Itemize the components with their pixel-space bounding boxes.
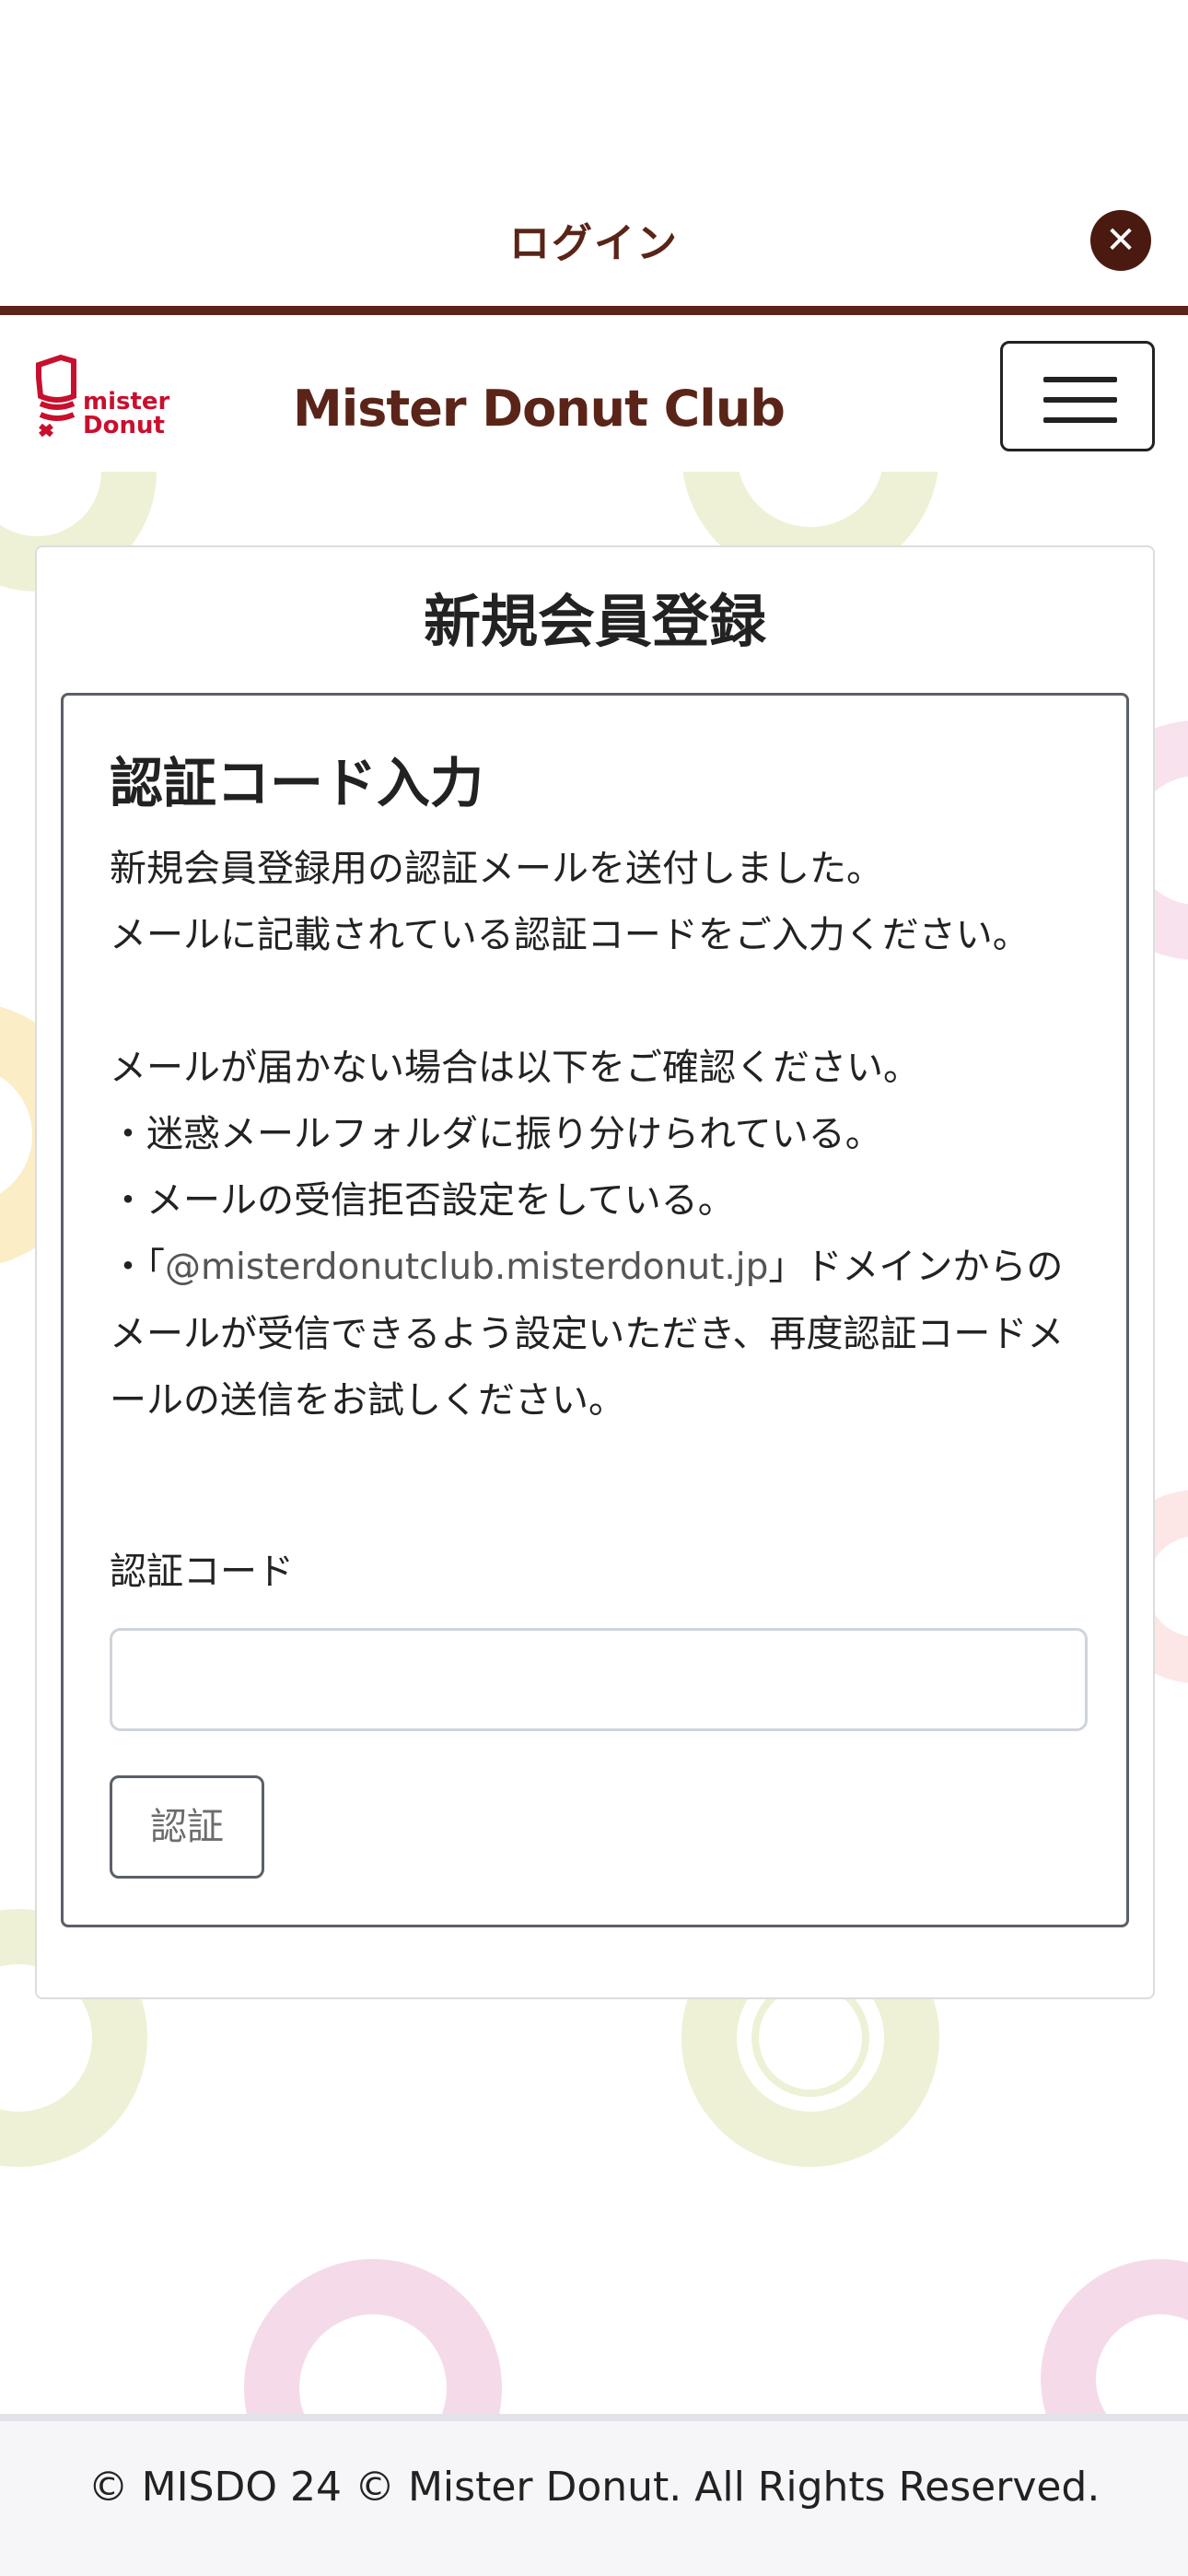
copyright-text: © MISDO 24 © Mister Donut. All Rights Re… bbox=[87, 2464, 1101, 2511]
menu-button[interactable] bbox=[1000, 341, 1155, 451]
mister-donut-logo[interactable]: mister Donut bbox=[33, 352, 181, 444]
instructions-text: 新規会員登録用の認証メールを送付しました。 メールに記載されている認証コードをご… bbox=[110, 836, 1086, 1434]
instruction-line: 新規会員登録用の認証メールを送付しました。 bbox=[110, 848, 883, 890]
bullet-item: ・迷惑メールフォルダに振り分けられている。 bbox=[110, 1113, 882, 1155]
close-icon: ✕ bbox=[1105, 219, 1136, 262]
svg-text:Donut: Donut bbox=[83, 412, 165, 439]
hamburger-menu-icon bbox=[1043, 377, 1117, 382]
close-button[interactable]: ✕ bbox=[1090, 210, 1151, 271]
verify-button[interactable]: 認証 bbox=[110, 1775, 264, 1879]
footer: © MISDO 24 © Mister Donut. All Rights Re… bbox=[0, 2414, 1188, 2576]
club-title[interactable]: Mister Donut Club bbox=[293, 380, 786, 438]
hamburger-line bbox=[1043, 417, 1117, 423]
bullet-prefix: ・「 bbox=[110, 1246, 165, 1288]
header-divider bbox=[0, 306, 1188, 315]
bullet-item: ・メールの受信拒否設定をしている。 bbox=[110, 1179, 735, 1222]
page-title: 新規会員登録 bbox=[423, 588, 766, 655]
email-domain: @misterdonutclub.misterdonut.jp bbox=[165, 1247, 769, 1288]
modal-header: ログイン ✕ bbox=[0, 0, 1188, 313]
verification-code-input[interactable] bbox=[110, 1628, 1088, 1731]
panel-heading: 認証コード入力 bbox=[110, 752, 484, 814]
hamburger-line bbox=[1043, 397, 1117, 403]
instruction-line: メールが届かない場合は以下をご確認ください。 bbox=[110, 1047, 920, 1089]
site-header: mister Donut Mister Donut Club bbox=[0, 315, 1188, 472]
code-field-label: 認証コード bbox=[110, 1551, 294, 1593]
instruction-line: メールに記載されている認証コードをご入力ください。 bbox=[110, 914, 1030, 956]
modal-title: ログイン bbox=[509, 220, 679, 267]
bullet-item: ・「@misterdonutclub.misterdonut.jp」ドメインから… bbox=[110, 1234, 1086, 1434]
verification-panel: 認証コード入力 新規会員登録用の認証メールを送付しました。 メールに記載されてい… bbox=[61, 693, 1129, 1927]
registration-card: 新規会員登録 認証コード入力 新規会員登録用の認証メールを送付しました。 メール… bbox=[35, 545, 1155, 1999]
